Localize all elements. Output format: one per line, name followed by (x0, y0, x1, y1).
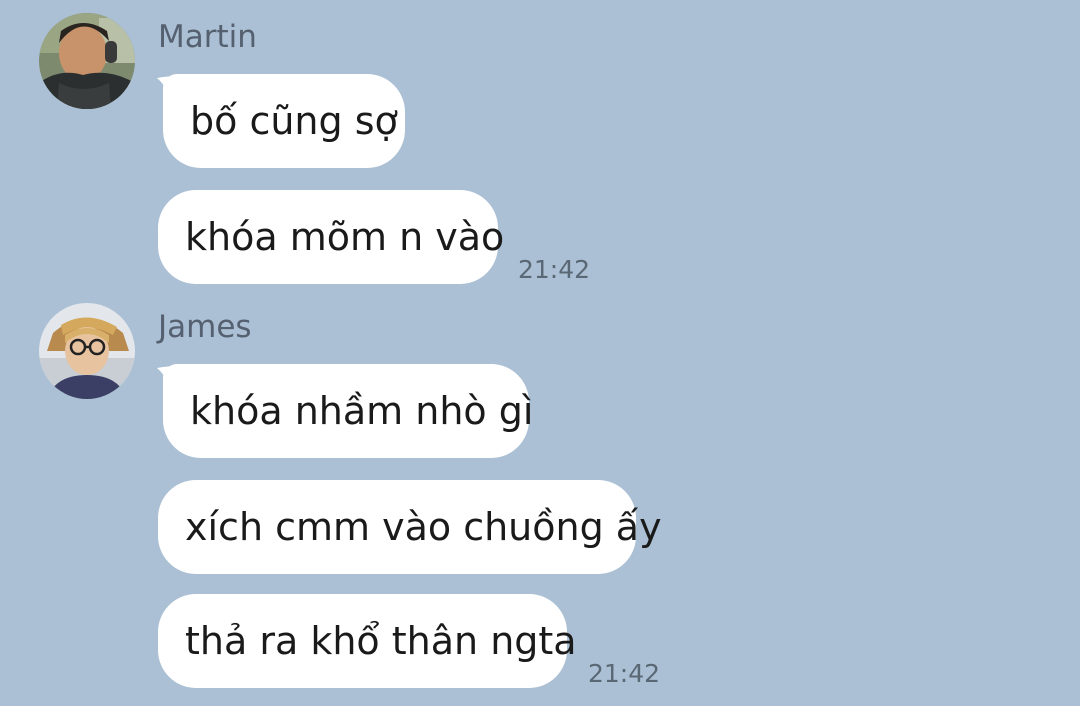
martin-avatar-photo (39, 13, 135, 109)
message-timestamp: 21:42 (588, 659, 661, 688)
message-timestamp: 21:42 (518, 255, 591, 284)
message-text: thả ra khổ thân ngta (185, 619, 577, 663)
avatar-martin[interactable] (39, 13, 135, 109)
message-text: bố cũng sợ (190, 99, 398, 143)
sender-name-james: James (158, 309, 252, 345)
james-avatar-photo (39, 303, 135, 399)
sender-name-martin: Martin (158, 19, 257, 55)
message-bubble[interactable]: khóa mõm n vào (158, 190, 504, 284)
message-bubble[interactable]: khóa nhầm nhò gì (163, 364, 533, 458)
message-bubble[interactable]: xích cmm vào chuồng ấy (158, 480, 662, 574)
message-text: khóa mõm n vào (185, 215, 505, 259)
message-bubble[interactable]: bố cũng sợ (163, 74, 405, 168)
message-bubble[interactable]: thả ra khổ thân ngta (158, 594, 577, 688)
message-text: xích cmm vào chuồng ấy (185, 505, 662, 549)
avatar-james[interactable] (39, 303, 135, 399)
message-text: khóa nhầm nhò gì (190, 389, 534, 433)
